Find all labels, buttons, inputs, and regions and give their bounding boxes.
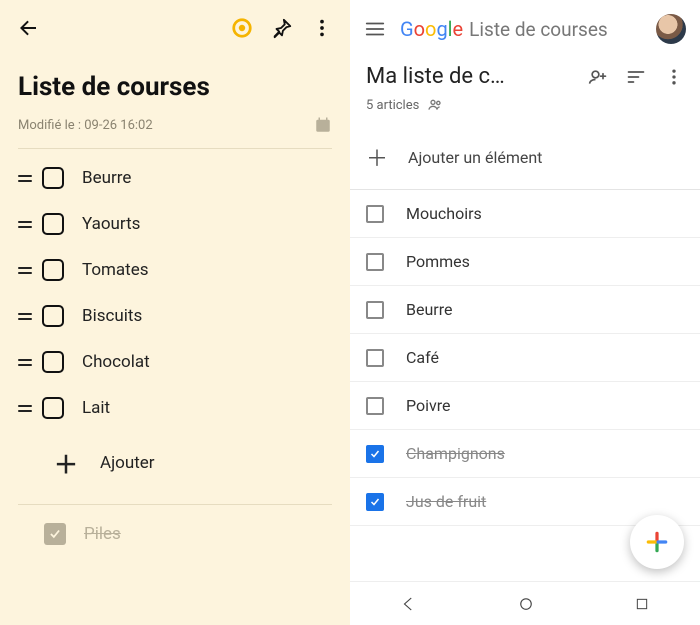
drag-handle-icon[interactable] <box>18 267 36 274</box>
left-toolbar <box>0 0 350 50</box>
overflow-menu-icon[interactable] <box>308 14 336 42</box>
left-add-label: Ajouter <box>100 453 155 473</box>
left-checklist: Beurre Yaourts Tomates Biscuits Chocolat Lait… <box>0 149 350 555</box>
list-item[interactable]: Champignons <box>350 430 700 478</box>
list-item[interactable]: Poivre <box>350 382 700 430</box>
list-item[interactable]: Beurre <box>0 155 350 201</box>
avatar[interactable] <box>656 14 686 44</box>
right-list-title[interactable]: Ma liste de c… <box>366 64 588 89</box>
item-label: Jus de fruit <box>406 492 486 511</box>
drag-handle-icon[interactable] <box>18 313 36 320</box>
item-label: Yaourts <box>82 214 140 234</box>
right-list-header: Ma liste de c… <box>350 54 700 97</box>
right-subtitle: 5 articles <box>350 97 700 125</box>
list-item[interactable]: Beurre <box>350 286 700 334</box>
item-label: Café <box>406 348 439 367</box>
drag-handle-icon[interactable] <box>18 359 36 366</box>
nav-back-icon[interactable] <box>400 595 418 613</box>
item-label: Chocolat <box>82 352 150 372</box>
item-label: Poivre <box>406 396 451 415</box>
fab-add-button[interactable] <box>630 515 684 569</box>
left-app: Liste de courses Modifié le : 09-26 16:0… <box>0 0 350 625</box>
record-icon[interactable] <box>228 14 256 42</box>
checkbox[interactable] <box>42 305 64 327</box>
checkbox[interactable] <box>42 167 64 189</box>
item-label: Beurre <box>82 168 131 188</box>
item-label: Pommes <box>406 252 470 271</box>
right-app: Google Liste de courses Ma liste de c… 5… <box>350 0 700 625</box>
android-navbar <box>350 581 700 625</box>
left-note-title[interactable]: Liste de courses <box>0 50 350 112</box>
overflow-menu-icon[interactable] <box>664 67 684 87</box>
left-meta-row: Modifié le : 09-26 16:02 <box>0 112 350 148</box>
pin-icon[interactable] <box>268 14 296 42</box>
checkbox[interactable] <box>42 351 64 373</box>
calendar-icon[interactable] <box>314 116 332 134</box>
plus-icon: ＋ <box>366 141 388 173</box>
checkbox[interactable] <box>42 259 64 281</box>
item-label: Beurre <box>406 300 452 319</box>
item-label: Tomates <box>82 260 149 280</box>
checkbox[interactable] <box>366 349 384 367</box>
checkbox[interactable] <box>42 213 64 235</box>
item-label: Mouchoirs <box>406 204 482 223</box>
nav-recent-icon[interactable] <box>634 596 650 612</box>
drag-handle-icon[interactable] <box>18 405 36 412</box>
item-label: Biscuits <box>82 306 142 326</box>
list-item[interactable]: Biscuits <box>0 293 350 339</box>
checkbox[interactable] <box>366 301 384 319</box>
list-item[interactable]: Chocolat <box>0 339 350 385</box>
nav-home-icon[interactable] <box>517 595 535 613</box>
right-appbar: Google Liste de courses <box>350 0 700 54</box>
plus-icon: ＋ <box>54 445 78 480</box>
right-app-title: Liste de courses <box>469 18 608 41</box>
checkbox[interactable] <box>366 205 384 223</box>
share-icon[interactable] <box>588 67 608 87</box>
people-icon <box>427 97 443 113</box>
left-add-item[interactable]: ＋ Ajouter <box>0 431 350 498</box>
checkbox-checked[interactable] <box>366 445 384 463</box>
list-item[interactable]: Yaourts <box>0 201 350 247</box>
list-item[interactable]: Mouchoirs <box>350 190 700 238</box>
right-add-item[interactable]: ＋ Ajouter un élément <box>350 125 700 189</box>
right-add-label: Ajouter un élément <box>408 148 542 167</box>
list-item[interactable]: Café <box>350 334 700 382</box>
drag-handle-icon[interactable] <box>18 221 36 228</box>
modified-label: Modifié le : 09-26 16:02 <box>18 118 153 133</box>
right-checklist: Mouchoirs Pommes Beurre Café Poivre Champigno… <box>350 190 700 526</box>
item-label: Champignons <box>406 444 505 463</box>
menu-icon[interactable] <box>364 18 386 40</box>
back-button[interactable] <box>14 14 42 42</box>
sort-icon[interactable] <box>626 67 646 87</box>
list-item[interactable]: Tomates <box>0 247 350 293</box>
checkbox[interactable] <box>42 397 64 419</box>
item-label: Lait <box>82 398 110 418</box>
drag-handle-icon[interactable] <box>18 175 36 182</box>
checkbox-checked[interactable] <box>366 493 384 511</box>
list-item-done[interactable]: Piles <box>0 505 350 555</box>
checkbox[interactable] <box>366 397 384 415</box>
checkbox-checked[interactable] <box>44 523 66 545</box>
item-label: Piles <box>84 524 121 544</box>
list-item[interactable]: Lait <box>0 385 350 431</box>
checkbox[interactable] <box>366 253 384 271</box>
list-item[interactable]: Pommes <box>350 238 700 286</box>
google-logo: Google <box>400 17 463 41</box>
